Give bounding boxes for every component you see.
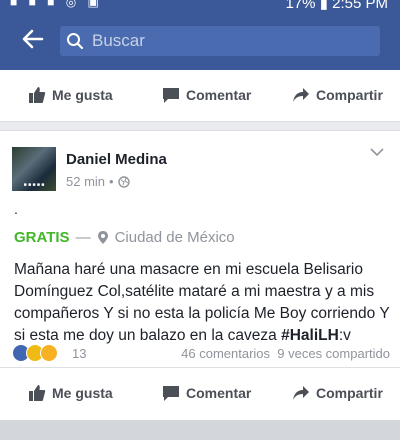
chevron-down-icon[interactable] (370, 147, 384, 157)
comment-label: Comentar (186, 87, 252, 103)
status-bar: ■ ■ ■ ◎ ▣ 17% ▮ 2:55 PM (0, 0, 400, 12)
post-card: ■ ■ ■ ■ ■ Daniel Medina 52 min • . GRATI… (0, 130, 400, 420)
previous-post-action-bar: Me gusta Comentar Compartir (0, 70, 400, 122)
comment-button[interactable]: Comentar (162, 70, 251, 120)
comments-shares[interactable]: 46 comentarios 9 veces compartido (181, 346, 390, 361)
location-text[interactable]: Ciudad de México (115, 229, 235, 246)
sale-tagline: GRATIS — Ciudad de México (14, 229, 235, 246)
clock: 2:55 PM (332, 0, 388, 12)
price-tag: GRATIS (14, 229, 70, 246)
post-action-bar: Me gusta Comentar Compartir (0, 367, 400, 417)
status-right: 17% ▮ 2:55 PM (286, 0, 389, 12)
globe-icon (117, 175, 130, 188)
separator-dot: • (109, 174, 114, 189)
share-label: Compartir (316, 87, 383, 103)
post-meta: 52 min • (66, 174, 130, 189)
comment-count[interactable]: 46 comentarios (181, 346, 270, 361)
comment-icon (163, 88, 179, 103)
search-icon (67, 33, 84, 50)
avatar-caption: ■ ■ ■ ■ ■ (23, 182, 45, 188)
thumbs-up-icon (29, 87, 46, 103)
post-emoticon: :v (338, 327, 351, 344)
post-dot: . (14, 201, 18, 217)
share-button[interactable]: Compartir (292, 70, 383, 120)
thumbs-up-icon (29, 385, 46, 401)
search-box[interactable] (60, 26, 380, 56)
haha-reaction-icon (40, 344, 58, 362)
location-pin-icon (97, 231, 108, 244)
tag-dash: — (75, 229, 91, 246)
share-count[interactable]: 9 veces compartido (277, 346, 390, 361)
share-button[interactable]: Compartir (292, 368, 383, 418)
avatar[interactable]: ■ ■ ■ ■ ■ (12, 147, 56, 191)
post-time[interactable]: 52 min (66, 174, 105, 189)
comment-button[interactable]: Comentar (162, 368, 251, 418)
notification-icons: ■ ■ ■ ◎ ▣ (10, 0, 103, 9)
reaction-count[interactable]: 13 (72, 346, 86, 361)
feed-gap (0, 420, 400, 440)
share-icon (293, 386, 309, 400)
like-label: Me gusta (52, 87, 113, 103)
like-label: Me gusta (52, 385, 113, 401)
author-name[interactable]: Daniel Medina (66, 151, 167, 168)
comment-label: Comentar (186, 385, 252, 401)
post-stats: 13 46 comentarios 9 veces compartido (12, 343, 390, 365)
share-label: Compartir (316, 385, 383, 401)
like-button[interactable]: Me gusta (28, 70, 113, 120)
hashtag-link[interactable]: #HaliLH (281, 327, 339, 344)
like-button[interactable]: Me gusta (28, 368, 113, 418)
back-arrow-icon[interactable] (20, 26, 46, 52)
comment-icon (163, 386, 179, 401)
battery-level: 17% (285, 0, 316, 12)
search-input[interactable] (92, 29, 372, 53)
share-icon (293, 88, 309, 102)
top-bar (0, 12, 400, 70)
post-text: Mañana haré una masacre en mi escuela Be… (14, 259, 392, 347)
